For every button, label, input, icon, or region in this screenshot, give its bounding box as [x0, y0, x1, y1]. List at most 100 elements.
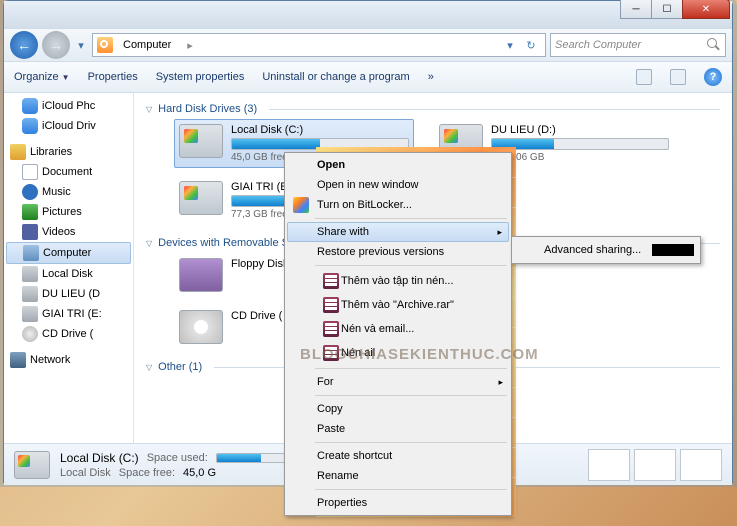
ctx-copy[interactable]: Copy — [287, 399, 509, 419]
disk-icon — [22, 306, 38, 322]
sidebar-group-network[interactable]: Network — [4, 350, 133, 370]
organize-menu[interactable]: Organize▼ — [14, 71, 70, 83]
redacted-region — [652, 244, 694, 256]
status-drive-icon — [14, 451, 50, 479]
videos-icon — [22, 224, 38, 240]
sidebar-item-videos[interactable]: Videos — [4, 222, 133, 242]
titlebar: ─ ☐ ✕ — [4, 1, 732, 29]
search-icon — [707, 38, 721, 52]
sidebar-item-icloud-photos[interactable]: iCloud Phc — [4, 96, 133, 116]
nav-history-dropdown[interactable]: ▾ — [74, 35, 88, 55]
pictures-icon — [22, 204, 38, 220]
sidebar-item-du-lieu[interactable]: DU LIEU (D — [4, 284, 133, 304]
close-button[interactable]: ✕ — [682, 0, 730, 19]
preview-pane-icon[interactable] — [670, 69, 686, 85]
help-icon[interactable]: ? — [704, 68, 722, 86]
breadcrumb-computer[interactable]: Computer — [117, 37, 177, 53]
share-submenu: Advanced sharing... — [511, 236, 701, 264]
status-free-value: 45,0 G — [183, 467, 216, 479]
cloud-icon — [22, 118, 38, 134]
address-dropdown[interactable]: ▾ — [503, 35, 517, 55]
thumbnail — [634, 449, 676, 481]
back-button[interactable]: ← — [10, 31, 38, 59]
toolbar: Organize▼ Properties System properties U… — [4, 61, 732, 93]
ctx-open-new-window[interactable]: Open in new window — [287, 175, 509, 195]
ctx-separator — [315, 218, 507, 219]
sidebar-item-computer[interactable]: Computer — [6, 242, 131, 264]
sidebar-item-pictures[interactable]: Pictures — [4, 202, 133, 222]
sidebar-item-icloud-drive[interactable]: iCloud Driv — [4, 116, 133, 136]
watermark-text: BLOGCHIASEKIENTHUC.COM — [300, 346, 539, 363]
ctx-for[interactable]: For▸ — [287, 372, 509, 392]
status-free-label: Space free: — [119, 467, 175, 479]
ctx-paste[interactable]: Paste — [287, 419, 509, 439]
uninstall-button[interactable]: Uninstall or change a program — [262, 71, 409, 83]
thumbnail — [588, 449, 630, 481]
computer-icon — [23, 245, 39, 261]
cd-icon — [22, 326, 38, 342]
drive-label: Local Disk (C:) — [231, 124, 409, 136]
sidebar-item-documents[interactable]: Document — [4, 162, 133, 182]
ctx-add-rar[interactable]: Thêm vào "Archive.rar" — [287, 293, 509, 317]
ctx-separator — [315, 489, 507, 490]
search-placeholder: Search Computer — [555, 39, 641, 51]
ctx-rename[interactable]: Rename — [287, 466, 509, 486]
nav-sidebar: iCloud Phc iCloud Driv Libraries Documen… — [4, 93, 134, 443]
drive-free: e of 106 GB — [491, 152, 669, 163]
refresh-button[interactable]: ↻ — [521, 35, 541, 55]
sidebar-item-local-disk[interactable]: Local Disk — [4, 264, 133, 284]
toolbar-more[interactable]: » — [428, 71, 434, 83]
ctx-properties[interactable]: Properties — [287, 493, 509, 513]
context-menu: Open Open in new window Turn on BitLocke… — [284, 152, 512, 516]
ctx-restore[interactable]: Restore previous versions — [287, 242, 509, 262]
breadcrumb-separator[interactable]: ▸ — [181, 37, 199, 54]
disk-icon — [22, 286, 38, 302]
search-input[interactable]: Search Computer — [550, 33, 726, 57]
floppy-icon — [179, 258, 223, 292]
ctx-share-with[interactable]: Share with▸ — [287, 222, 509, 242]
ctx-separator — [315, 368, 507, 369]
sidebar-item-giai-tri[interactable]: GIAI TRI (E: — [4, 304, 133, 324]
ctx-separator — [315, 442, 507, 443]
ctx-separator — [315, 395, 507, 396]
forward-button[interactable]: → — [42, 31, 70, 59]
system-properties-button[interactable]: System properties — [156, 71, 245, 83]
ctx-bitlocker[interactable]: Turn on BitLocker... — [287, 195, 509, 215]
ctx-open[interactable]: Open — [287, 155, 509, 175]
minimize-button[interactable]: ─ — [620, 0, 652, 19]
archive-icon — [323, 273, 339, 289]
group-hdd[interactable]: Hard Disk Drives (3) — [146, 103, 720, 115]
ctx-add-archive[interactable]: Thêm vào tập tin nén... — [287, 269, 509, 293]
network-icon — [10, 352, 26, 368]
status-thumbnails — [588, 449, 722, 481]
computer-icon — [97, 37, 113, 53]
document-icon — [22, 164, 38, 180]
chevron-right-icon: ▸ — [498, 377, 503, 388]
thumbnail — [680, 449, 722, 481]
ctx-compress-email[interactable]: Nén và email... — [287, 317, 509, 341]
status-used-label: Space used: — [147, 452, 208, 464]
disk-icon — [22, 266, 38, 282]
maximize-button[interactable]: ☐ — [651, 0, 683, 19]
archive-icon — [323, 297, 339, 313]
libraries-icon — [10, 144, 26, 160]
hdd-icon — [179, 124, 223, 158]
ctx-separator — [315, 265, 507, 266]
address-bar[interactable]: Computer ▸ ▾ ↻ — [92, 33, 546, 57]
window-controls: ─ ☐ ✕ — [621, 0, 730, 19]
nav-bar: ← → ▾ Computer ▸ ▾ ↻ Search Computer — [4, 29, 732, 61]
chevron-right-icon: ▸ — [497, 227, 502, 238]
sidebar-group-libraries[interactable]: Libraries — [4, 142, 133, 162]
status-kind: Local Disk — [60, 467, 111, 479]
ctx-create-shortcut[interactable]: Create shortcut — [287, 446, 509, 466]
hdd-icon — [179, 181, 223, 215]
status-title: Local Disk (C:) — [60, 451, 139, 465]
sidebar-item-cd-drive[interactable]: CD Drive ( — [4, 324, 133, 344]
submenu-advanced-sharing[interactable]: Advanced sharing... — [514, 239, 698, 261]
sidebar-item-music[interactable]: Music — [4, 182, 133, 202]
view-icon[interactable] — [636, 69, 652, 85]
archive-icon — [323, 321, 339, 337]
cloud-icon — [22, 98, 38, 114]
cd-icon — [179, 310, 223, 344]
properties-button[interactable]: Properties — [88, 71, 138, 83]
